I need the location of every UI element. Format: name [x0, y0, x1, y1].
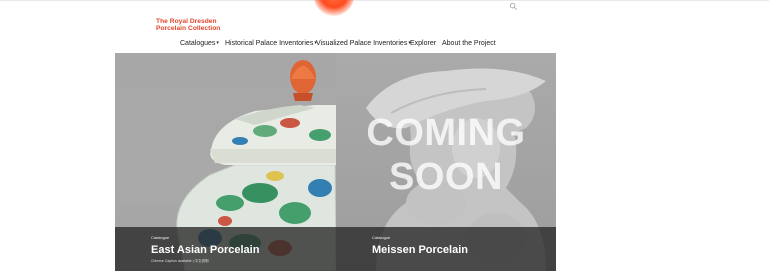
- nav-item-catalogues[interactable]: Catalogues▾: [180, 40, 219, 47]
- site-logo[interactable]: The Royal Dresden Porcelain Collection: [156, 18, 221, 32]
- catalogue-cards: Catalogue East Asian Porcelain Chinese C…: [115, 53, 556, 271]
- top-divider: [0, 0, 769, 1]
- brand-orb-logo: [314, 0, 354, 16]
- coming-soon-overlay: COMING SOON: [336, 111, 556, 199]
- nav-item-visualized-palace-inventories[interactable]: Visualized Palace Inventories▾: [316, 40, 411, 47]
- nav-item-historical-palace-inventories[interactable]: Historical Palace Inventories▾: [225, 40, 317, 47]
- card-subtitle: Chinese Caption available | 中文说明: [151, 259, 209, 263]
- nav-item-explorer[interactable]: Explorer: [410, 40, 436, 47]
- nav-label: Catalogues: [180, 40, 216, 47]
- card-east-asian-porcelain[interactable]: Catalogue East Asian Porcelain Chinese C…: [115, 53, 336, 271]
- main-navigation: Catalogues▾ Historical Palace Inventorie…: [0, 40, 769, 52]
- nav-item-about[interactable]: About the Project: [442, 40, 496, 47]
- chevron-down-icon: ▾: [216, 40, 219, 46]
- coming-soon-line-1: COMING: [366, 112, 526, 154]
- card-caption: Catalogue Meissen Porcelain: [336, 227, 556, 271]
- search-icon[interactable]: [509, 2, 518, 11]
- nav-label: Explorer: [410, 40, 437, 47]
- card-caption: Catalogue East Asian Porcelain Chinese C…: [115, 227, 336, 271]
- nav-label: Historical Palace Inventories: [225, 40, 314, 47]
- coming-soon-line-2: SOON: [389, 156, 503, 198]
- card-kicker: Catalogue: [151, 235, 170, 240]
- nav-label: Visualized Palace Inventories: [316, 40, 408, 47]
- brand-line-2: Porcelain Collection: [156, 24, 221, 32]
- nav-label: About the Project: [442, 40, 496, 47]
- card-title[interactable]: Meissen Porcelain: [372, 244, 468, 256]
- card-title[interactable]: East Asian Porcelain: [151, 244, 259, 256]
- card-meissen-porcelain[interactable]: COMING SOON Catalogue Meissen Porcelain: [336, 53, 556, 271]
- card-kicker: Catalogue: [372, 235, 391, 240]
